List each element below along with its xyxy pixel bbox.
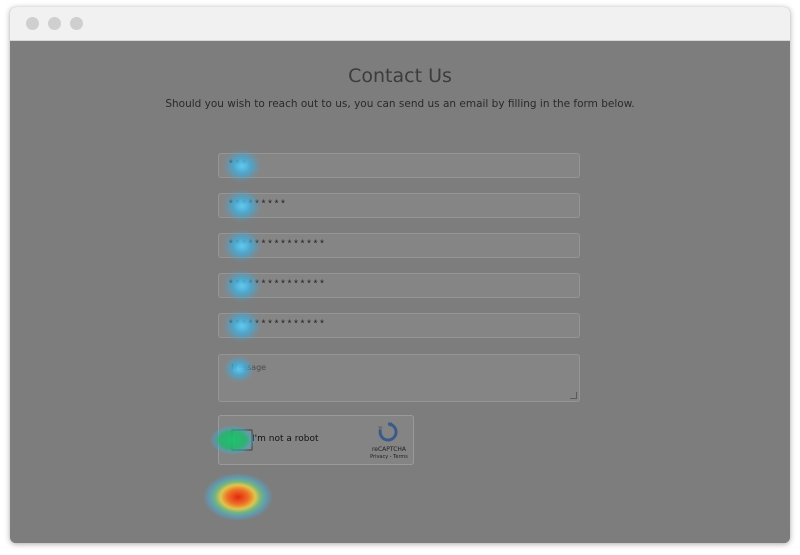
company-field[interactable]: *************** [218, 273, 580, 298]
recaptcha-links[interactable]: Privacy - Terms [367, 454, 411, 460]
page-subtitle: Should you wish to reach out to us, you … [165, 98, 635, 110]
contact-page: Contact Us Should you wish to reach out … [10, 41, 790, 543]
submit-button[interactable] [216, 479, 266, 507]
phone-field[interactable]: *************** [218, 233, 580, 258]
recaptcha-brand: reCAPTCHA [371, 446, 407, 453]
subject-field[interactable]: *************** [218, 313, 580, 338]
browser-window: Contact Us Should you wish to reach out … [10, 7, 790, 543]
recaptcha-logo-icon [378, 422, 398, 442]
resize-handle-icon[interactable] [570, 392, 577, 399]
page-title: Contact Us [348, 65, 452, 87]
name-field[interactable]: *** [218, 153, 580, 178]
email-field[interactable]: ********* [218, 193, 580, 218]
recaptcha-widget: I'm not a robot reCAPTCHA Privacy - Term… [218, 415, 414, 465]
window-maximize-dot[interactable] [70, 17, 83, 30]
recaptcha-checkbox[interactable] [231, 429, 253, 451]
recaptcha-label: I'm not a robot [252, 434, 319, 444]
window-minimize-dot[interactable] [48, 17, 61, 30]
message-textarea[interactable]: Message [218, 354, 580, 402]
window-titlebar [10, 7, 790, 41]
window-close-dot[interactable] [26, 17, 39, 30]
message-placeholder: Message [231, 363, 267, 372]
